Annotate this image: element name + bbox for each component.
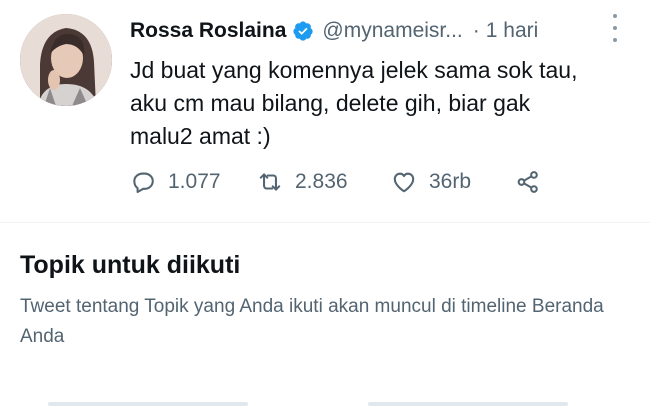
- retweet-count: 2.836: [295, 170, 348, 193]
- topic-card-edge: [48, 402, 248, 406]
- verified-badge-icon: [292, 20, 314, 42]
- avatar[interactable]: [20, 14, 112, 106]
- reply-button[interactable]: 1.077: [130, 169, 257, 195]
- author-handle[interactable]: @mynameisr...: [322, 19, 462, 43]
- like-count: 36rb: [429, 170, 472, 193]
- reply-icon: [133, 172, 154, 193]
- tweet-text-line: malu2 amat :): [130, 123, 271, 149]
- author-name[interactable]: Rossa Roslaina: [130, 19, 286, 43]
- topics-description: Tweet tentang Topik yang Anda ikuti akan…: [20, 296, 604, 347]
- tweet[interactable]: Rossa Roslaina @mynameisr... · 1 hari Jd…: [0, 0, 650, 222]
- retweet-button[interactable]: 2.836: [257, 169, 391, 195]
- avatar-photo: [20, 14, 112, 106]
- separator-dot: ·: [472, 19, 480, 42]
- topics-section: Topik untuk diikuti Tweet tentang Topik …: [20, 248, 630, 352]
- topic-card-edge: [368, 402, 568, 406]
- heart-icon: [393, 172, 415, 193]
- more-options-icon[interactable]: [610, 14, 620, 42]
- section-divider: [0, 222, 650, 223]
- topics-title: Topik untuk diikuti: [20, 251, 241, 279]
- tweet-header: Rossa Roslaina @mynameisr... · 1 hari: [130, 16, 630, 46]
- tweet-text-line: aku cm mau bilang, delete gih, biar gak: [130, 90, 531, 116]
- like-button[interactable]: 36rb: [391, 169, 515, 195]
- tweet-timestamp[interactable]: 1 hari: [486, 19, 539, 43]
- share-icon: [517, 171, 538, 193]
- reply-count: 1.077: [168, 170, 221, 193]
- share-button[interactable]: [515, 169, 541, 195]
- retweet-icon: [259, 173, 281, 191]
- tweet-text-line: Jd buat yang komennya jelek sama sok tau…: [130, 57, 578, 83]
- tweet-actions: 1.077 2.836 36rb: [130, 164, 570, 200]
- tweet-text: Jd buat yang komennya jelek sama sok tau…: [130, 54, 625, 153]
